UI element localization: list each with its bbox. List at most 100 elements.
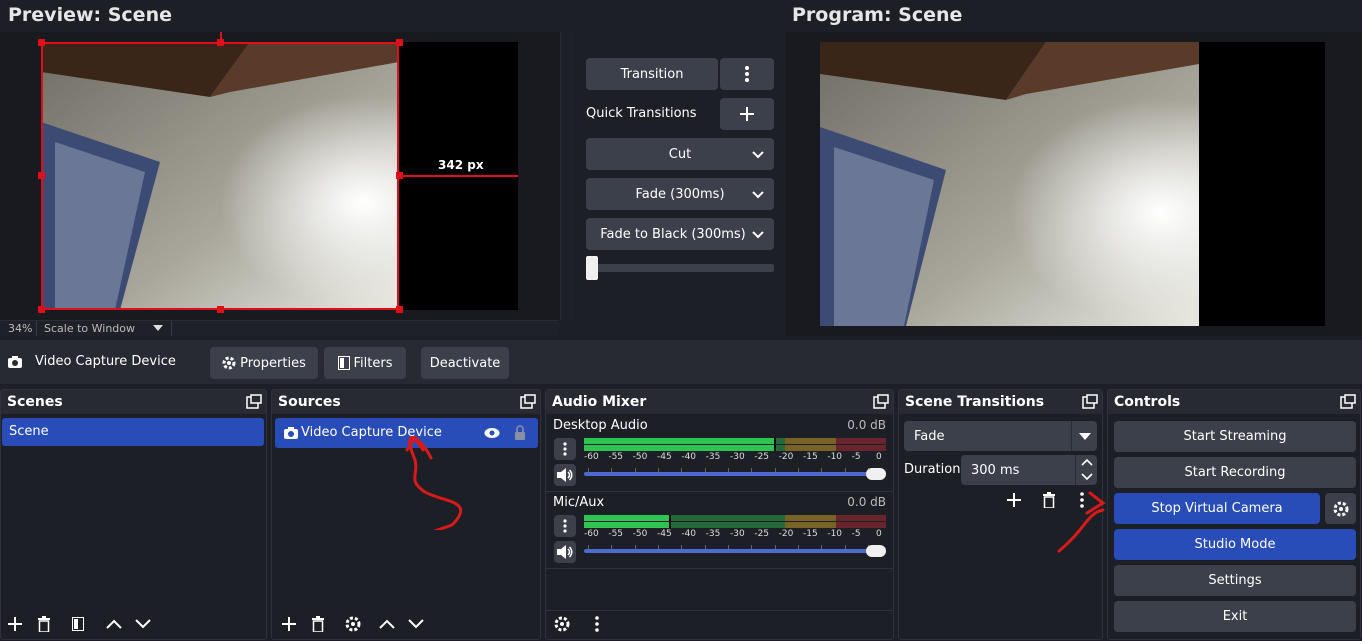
virtual-camera-settings-button[interactable] [1325, 493, 1356, 524]
trash-icon [38, 616, 50, 632]
properties-button[interactable]: Properties [210, 347, 318, 379]
resize-handle[interactable] [217, 306, 224, 313]
audio-mixer-dock: Audio Mixer Desktop Audio 0.0 dB -60 -55-… [545, 389, 894, 640]
start-recording-button[interactable]: Start Recording [1114, 457, 1356, 488]
remove-source-button[interactable] [306, 612, 330, 636]
filters-button[interactable]: Filters [324, 347, 406, 379]
meter-level [584, 445, 775, 451]
undock-icon[interactable] [1082, 394, 1098, 410]
volume-slider[interactable] [584, 545, 886, 557]
t-bar-slider[interactable] [586, 256, 774, 280]
volume-track[interactable] [584, 472, 886, 476]
audio-menu-button[interactable] [585, 612, 609, 636]
preview-canvas[interactable]: 342 px [0, 32, 574, 320]
filter-icon [72, 617, 84, 631]
meter-level [584, 522, 669, 528]
transition-select-arrow[interactable] [1071, 421, 1097, 451]
tick-label: -5 [851, 529, 861, 539]
scenes-dock: Scenes Scene [0, 389, 267, 640]
volume-thumb[interactable] [866, 468, 886, 480]
exit-button[interactable]: Exit [1114, 601, 1356, 632]
add-transition-button[interactable] [1002, 488, 1026, 512]
resize-handle[interactable] [38, 39, 45, 46]
transition-select[interactable]: Fade [904, 421, 1097, 451]
volume-track[interactable] [584, 549, 886, 553]
scale-mode-value: Scale to Window [44, 322, 136, 335]
transition-menu-button[interactable] [720, 58, 774, 90]
chevron-down-icon[interactable] [1081, 473, 1093, 480]
settings-button[interactable]: Settings [1114, 565, 1356, 596]
eye-icon[interactable] [484, 427, 500, 439]
audio-settings-button[interactable] [550, 612, 574, 636]
program-title: Program: Scene [792, 4, 963, 26]
channel-menu-button[interactable] [554, 438, 576, 460]
undock-icon[interactable] [520, 394, 536, 410]
transition-select-value: Fade [914, 428, 945, 444]
add-quick-transition-button[interactable] [720, 98, 774, 130]
mute-button[interactable] [554, 541, 576, 563]
undock-icon[interactable] [246, 394, 262, 410]
volume-tick [798, 468, 799, 472]
tick-label: -5 [851, 452, 861, 462]
plus-icon [740, 107, 754, 121]
scene-list-item[interactable]: Scene [2, 418, 264, 446]
quick-transition-fade-to-black[interactable]: Fade to Black (300ms) [586, 218, 774, 250]
add-scene-button[interactable] [3, 612, 27, 636]
tick-label: -55 [608, 529, 624, 539]
source-properties-button[interactable] [341, 612, 365, 636]
volume-slider[interactable] [584, 468, 886, 480]
move-scene-down-button[interactable] [131, 612, 155, 636]
undock-icon[interactable] [1340, 394, 1356, 410]
duration-spinbox[interactable]: 300 ms [961, 455, 1097, 485]
quick-transition-fade[interactable]: Fade (300ms) [586, 178, 774, 210]
volume-thumb[interactable] [866, 545, 886, 557]
mute-button[interactable] [554, 464, 576, 486]
program-canvas [786, 32, 1362, 336]
volume-tick [821, 468, 823, 472]
tick-label: -50 [632, 529, 648, 539]
channel-name: Mic/Aux [553, 495, 605, 510]
add-source-button[interactable] [277, 612, 301, 636]
tick-label: -15 [803, 452, 818, 462]
studio-mode-button[interactable]: Studio Mode [1114, 529, 1356, 560]
tick-label: -60 [584, 452, 599, 462]
meter-segment [784, 522, 837, 528]
active-source-name: Video Capture Device [35, 354, 176, 369]
meter-segment [784, 515, 837, 521]
stop-virtual-camera-button[interactable]: Stop Virtual Camera [1114, 493, 1320, 524]
scene-filters-button[interactable] [66, 612, 90, 636]
meter-level [584, 515, 669, 521]
lock-icon[interactable] [514, 425, 526, 440]
tick-label: -60 [584, 529, 599, 539]
move-source-down-button[interactable] [404, 612, 428, 636]
undock-icon[interactable] [873, 394, 889, 410]
resize-handle[interactable] [38, 172, 45, 179]
resize-handle[interactable] [396, 39, 403, 46]
resize-handle[interactable] [396, 306, 403, 313]
scale-mode-dropdown[interactable]: Scale to Window [36, 321, 172, 336]
speaker-icon [557, 545, 573, 559]
move-source-up-button[interactable] [375, 612, 399, 636]
start-streaming-button[interactable]: Start Streaming [1114, 421, 1356, 452]
chevron-up-icon[interactable] [1081, 459, 1093, 466]
move-scene-up-button[interactable] [102, 612, 126, 636]
channel-menu-button[interactable] [554, 515, 576, 537]
deactivate-button[interactable]: Deactivate [421, 347, 509, 379]
tick-label: -35 [705, 529, 721, 539]
quick-transition-label: Cut [668, 146, 692, 162]
transition-button[interactable]: Transition [586, 58, 718, 90]
t-bar-handle[interactable] [586, 256, 598, 280]
quick-transition-cut[interactable]: Cut [586, 138, 774, 170]
duration-value: 300 ms [971, 462, 1020, 478]
vertical-scrollbar[interactable] [560, 32, 574, 320]
remove-scene-button[interactable] [32, 612, 56, 636]
source-selection-box[interactable] [41, 42, 399, 310]
resize-handle[interactable] [38, 306, 45, 313]
quick-transitions-label: Quick Transitions [586, 106, 697, 121]
meter-segment [784, 438, 837, 444]
gear-icon [222, 356, 236, 370]
audio-mixer-title: Audio Mixer [546, 390, 893, 414]
gear-icon [1333, 501, 1348, 516]
tick-label: -20 [778, 452, 794, 462]
controls-title: Controls [1108, 390, 1360, 414]
